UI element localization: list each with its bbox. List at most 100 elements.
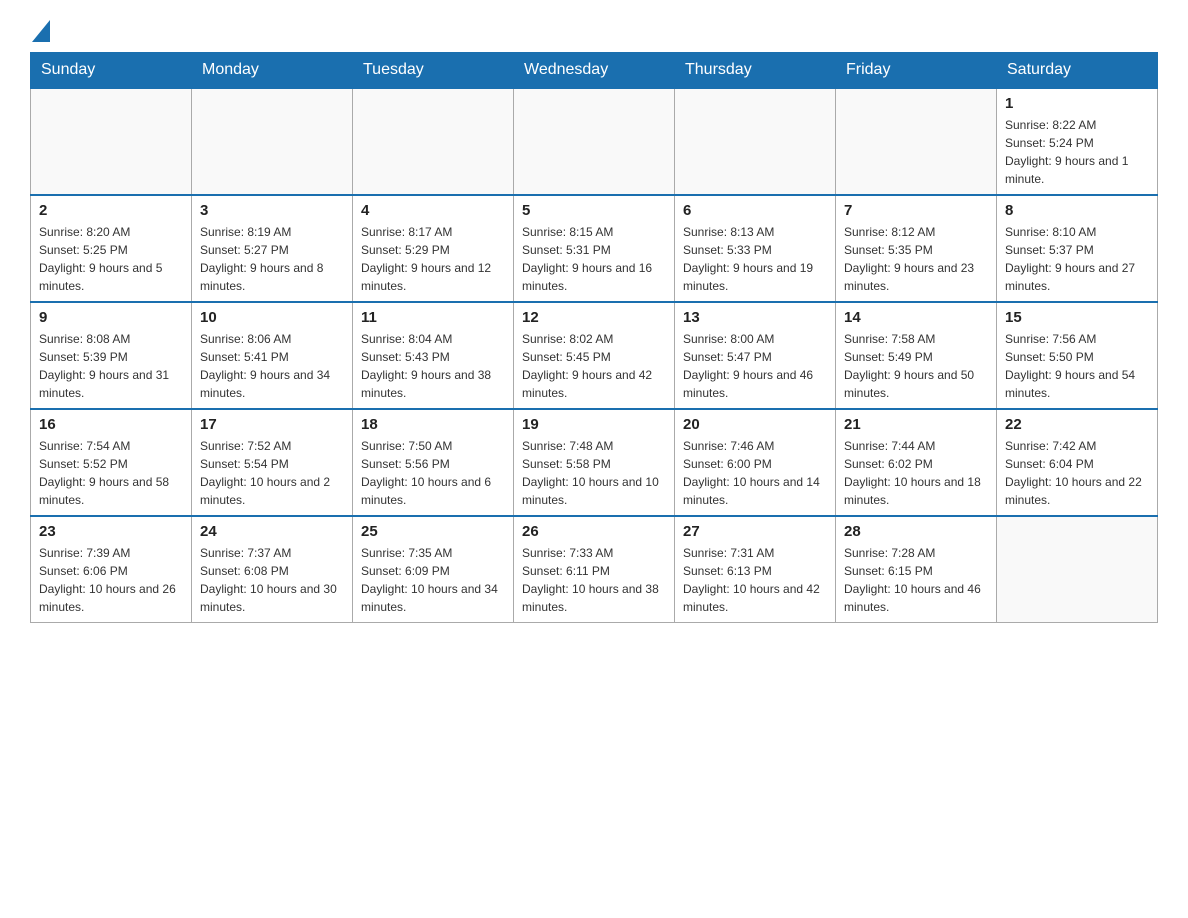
day-number: 17 (200, 416, 344, 433)
calendar-day-cell: 23 Sunrise: 7:39 AM Sunset: 6:06 PM Dayli… (31, 516, 192, 623)
day-number: 24 (200, 523, 344, 540)
calendar-day-header: Tuesday (353, 53, 514, 89)
day-info: Sunrise: 8:20 AM Sunset: 5:25 PM Dayligh… (39, 223, 183, 295)
day-number: 25 (361, 523, 505, 540)
day-number: 3 (200, 202, 344, 219)
day-number: 12 (522, 309, 666, 326)
day-info: Sunrise: 8:08 AM Sunset: 5:39 PM Dayligh… (39, 330, 183, 402)
day-number: 10 (200, 309, 344, 326)
day-number: 5 (522, 202, 666, 219)
day-info: Sunrise: 8:02 AM Sunset: 5:45 PM Dayligh… (522, 330, 666, 402)
calendar-header-row: SundayMondayTuesdayWednesdayThursdayFrid… (31, 53, 1158, 89)
calendar-day-cell: 14 Sunrise: 7:58 AM Sunset: 5:49 PM Dayli… (836, 302, 997, 409)
day-number: 4 (361, 202, 505, 219)
calendar-day-cell: 12 Sunrise: 8:02 AM Sunset: 5:45 PM Dayli… (514, 302, 675, 409)
day-info: Sunrise: 7:48 AM Sunset: 5:58 PM Dayligh… (522, 437, 666, 509)
calendar-day-cell: 13 Sunrise: 8:00 AM Sunset: 5:47 PM Dayli… (675, 302, 836, 409)
day-info: Sunrise: 7:37 AM Sunset: 6:08 PM Dayligh… (200, 544, 344, 616)
calendar-day-cell: 3 Sunrise: 8:19 AM Sunset: 5:27 PM Daylig… (192, 195, 353, 302)
day-info: Sunrise: 8:15 AM Sunset: 5:31 PM Dayligh… (522, 223, 666, 295)
day-info: Sunrise: 7:31 AM Sunset: 6:13 PM Dayligh… (683, 544, 827, 616)
day-info: Sunrise: 7:33 AM Sunset: 6:11 PM Dayligh… (522, 544, 666, 616)
page-header (30, 20, 1158, 42)
calendar-day-cell: 8 Sunrise: 8:10 AM Sunset: 5:37 PM Daylig… (997, 195, 1158, 302)
calendar-day-cell: 24 Sunrise: 7:37 AM Sunset: 6:08 PM Dayli… (192, 516, 353, 623)
day-info: Sunrise: 8:04 AM Sunset: 5:43 PM Dayligh… (361, 330, 505, 402)
day-info: Sunrise: 7:42 AM Sunset: 6:04 PM Dayligh… (1005, 437, 1149, 509)
day-number: 11 (361, 309, 505, 326)
calendar-day-cell: 25 Sunrise: 7:35 AM Sunset: 6:09 PM Dayli… (353, 516, 514, 623)
calendar-day-header: Sunday (31, 53, 192, 89)
day-number: 23 (39, 523, 183, 540)
day-info: Sunrise: 8:00 AM Sunset: 5:47 PM Dayligh… (683, 330, 827, 402)
day-info: Sunrise: 7:46 AM Sunset: 6:00 PM Dayligh… (683, 437, 827, 509)
calendar-day-header: Wednesday (514, 53, 675, 89)
day-number: 1 (1005, 95, 1149, 112)
calendar-day-cell (353, 88, 514, 195)
calendar-day-cell (514, 88, 675, 195)
calendar-day-cell: 10Sunrise: 8:06 AM Sunset: 5:41 PM Dayli… (192, 302, 353, 409)
day-info: Sunrise: 7:28 AM Sunset: 6:15 PM Dayligh… (844, 544, 988, 616)
day-number: 27 (683, 523, 827, 540)
day-number: 2 (39, 202, 183, 219)
day-info: Sunrise: 7:39 AM Sunset: 6:06 PM Dayligh… (39, 544, 183, 616)
calendar-day-cell: 18 Sunrise: 7:50 AM Sunset: 5:56 PM Dayli… (353, 409, 514, 516)
calendar-day-cell (836, 88, 997, 195)
calendar-day-cell: 1 Sunrise: 8:22 AM Sunset: 5:24 PM Daylig… (997, 88, 1158, 195)
calendar-day-header: Thursday (675, 53, 836, 89)
calendar-day-cell (31, 88, 192, 195)
day-info: Sunrise: 7:50 AM Sunset: 5:56 PM Dayligh… (361, 437, 505, 509)
logo (30, 20, 52, 42)
calendar-day-header: Saturday (997, 53, 1158, 89)
day-info: Sunrise: 8:22 AM Sunset: 5:24 PM Dayligh… (1005, 116, 1149, 188)
calendar-day-cell: 27 Sunrise: 7:31 AM Sunset: 6:13 PM Dayli… (675, 516, 836, 623)
calendar-day-cell: 5 Sunrise: 8:15 AM Sunset: 5:31 PM Daylig… (514, 195, 675, 302)
day-info: Sunrise: 7:35 AM Sunset: 6:09 PM Dayligh… (361, 544, 505, 616)
day-number: 13 (683, 309, 827, 326)
calendar-day-header: Friday (836, 53, 997, 89)
day-number: 18 (361, 416, 505, 433)
day-info: Sunrise: 7:44 AM Sunset: 6:02 PM Dayligh… (844, 437, 988, 509)
calendar-day-cell: 11 Sunrise: 8:04 AM Sunset: 5:43 PM Dayli… (353, 302, 514, 409)
calendar-day-cell: 28 Sunrise: 7:28 AM Sunset: 6:15 PM Dayli… (836, 516, 997, 623)
calendar-day-header: Monday (192, 53, 353, 89)
calendar-day-cell: 22 Sunrise: 7:42 AM Sunset: 6:04 PM Dayli… (997, 409, 1158, 516)
day-info: Sunrise: 8:17 AM Sunset: 5:29 PM Dayligh… (361, 223, 505, 295)
calendar-day-cell (997, 516, 1158, 623)
calendar-day-cell: 2 Sunrise: 8:20 AM Sunset: 5:25 PM Daylig… (31, 195, 192, 302)
day-number: 16 (39, 416, 183, 433)
day-info: Sunrise: 7:58 AM Sunset: 5:49 PM Dayligh… (844, 330, 988, 402)
day-number: 28 (844, 523, 988, 540)
day-info: Sunrise: 7:56 AM Sunset: 5:50 PM Dayligh… (1005, 330, 1149, 402)
day-info: Sunrise: 8:13 AM Sunset: 5:33 PM Dayligh… (683, 223, 827, 295)
calendar-day-cell (192, 88, 353, 195)
day-number: 8 (1005, 202, 1149, 219)
logo-triangle-icon (30, 20, 50, 42)
day-info: Sunrise: 7:54 AM Sunset: 5:52 PM Dayligh… (39, 437, 183, 509)
day-number: 21 (844, 416, 988, 433)
calendar-day-cell: 20Sunrise: 7:46 AM Sunset: 6:00 PM Dayli… (675, 409, 836, 516)
day-number: 14 (844, 309, 988, 326)
day-number: 22 (1005, 416, 1149, 433)
day-number: 26 (522, 523, 666, 540)
calendar-day-cell: 21 Sunrise: 7:44 AM Sunset: 6:02 PM Dayli… (836, 409, 997, 516)
day-number: 6 (683, 202, 827, 219)
calendar-week-row: 9Sunrise: 8:08 AM Sunset: 5:39 PM Daylig… (31, 302, 1158, 409)
calendar-table: SundayMondayTuesdayWednesdayThursdayFrid… (30, 52, 1158, 623)
day-info: Sunrise: 8:12 AM Sunset: 5:35 PM Dayligh… (844, 223, 988, 295)
day-info: Sunrise: 8:19 AM Sunset: 5:27 PM Dayligh… (200, 223, 344, 295)
calendar-week-row: 16 Sunrise: 7:54 AM Sunset: 5:52 PM Dayli… (31, 409, 1158, 516)
calendar-day-cell: 9Sunrise: 8:08 AM Sunset: 5:39 PM Daylig… (31, 302, 192, 409)
day-info: Sunrise: 8:10 AM Sunset: 5:37 PM Dayligh… (1005, 223, 1149, 295)
calendar-day-cell: 17 Sunrise: 7:52 AM Sunset: 5:54 PM Dayli… (192, 409, 353, 516)
calendar-week-row: 1 Sunrise: 8:22 AM Sunset: 5:24 PM Daylig… (31, 88, 1158, 195)
calendar-week-row: 23 Sunrise: 7:39 AM Sunset: 6:06 PM Dayli… (31, 516, 1158, 623)
calendar-week-row: 2 Sunrise: 8:20 AM Sunset: 5:25 PM Daylig… (31, 195, 1158, 302)
calendar-day-cell: 6 Sunrise: 8:13 AM Sunset: 5:33 PM Daylig… (675, 195, 836, 302)
calendar-day-cell: 26 Sunrise: 7:33 AM Sunset: 6:11 PM Dayli… (514, 516, 675, 623)
calendar-day-cell: 4 Sunrise: 8:17 AM Sunset: 5:29 PM Daylig… (353, 195, 514, 302)
calendar-day-cell: 16 Sunrise: 7:54 AM Sunset: 5:52 PM Dayli… (31, 409, 192, 516)
day-info: Sunrise: 7:52 AM Sunset: 5:54 PM Dayligh… (200, 437, 344, 509)
calendar-day-cell: 7Sunrise: 8:12 AM Sunset: 5:35 PM Daylig… (836, 195, 997, 302)
calendar-day-cell (675, 88, 836, 195)
